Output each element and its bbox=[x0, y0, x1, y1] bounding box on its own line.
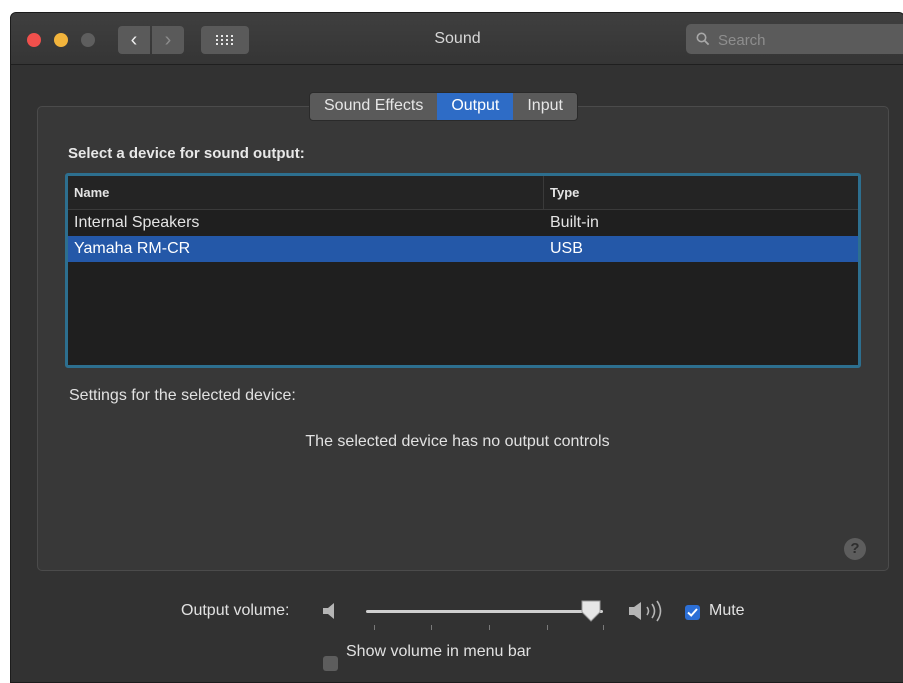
device-list-heading: Select a device for sound output: bbox=[68, 145, 305, 162]
mute-checkbox[interactable] bbox=[685, 605, 700, 620]
settings-label: Settings for the selected device: bbox=[69, 387, 296, 404]
output-device-table[interactable]: Name Type Internal Speakers Built-in Yam… bbox=[65, 173, 861, 368]
show-volume-in-menu-bar-label: Show volume in menu bar bbox=[346, 643, 531, 660]
device-name-cell: Yamaha RM-CR bbox=[74, 240, 191, 257]
column-header-type[interactable]: Type bbox=[543, 176, 579, 209]
device-name-cell: Internal Speakers bbox=[74, 214, 200, 231]
title-bar: ‹ › Sound bbox=[11, 13, 903, 65]
device-type-cell: USB bbox=[550, 240, 583, 257]
output-volume-label: Output volume: bbox=[181, 602, 290, 619]
volume-tick bbox=[431, 625, 432, 630]
show-volume-in-menu-bar-checkbox[interactable] bbox=[323, 656, 338, 671]
search-input[interactable] bbox=[716, 28, 900, 52]
device-type-cell: Built-in bbox=[550, 214, 599, 231]
speaker-high-icon bbox=[629, 600, 662, 622]
help-button[interactable]: ? bbox=[844, 538, 866, 560]
table-header: Name Type bbox=[68, 176, 858, 210]
volume-tick bbox=[374, 625, 375, 630]
tab-input[interactable]: Input bbox=[513, 93, 577, 120]
sound-preferences-window: ‹ › Sound Sound Effects Output Input Sel… bbox=[10, 12, 903, 683]
volume-tick bbox=[489, 625, 490, 630]
volume-tick bbox=[603, 625, 604, 630]
column-header-name[interactable]: Name bbox=[74, 176, 109, 209]
mute-label: Mute bbox=[709, 602, 745, 619]
volume-tick bbox=[547, 625, 548, 630]
search-icon bbox=[696, 32, 710, 46]
volume-slider-thumb[interactable] bbox=[581, 600, 601, 622]
table-row-yamaha-rm-cr[interactable]: Yamaha RM-CR USB bbox=[68, 236, 858, 262]
table-row-internal-speakers[interactable]: Internal Speakers Built-in bbox=[68, 210, 858, 236]
no-controls-message: The selected device has no output contro… bbox=[305, 433, 610, 450]
tab-bar: Sound Effects Output Input bbox=[309, 92, 578, 121]
tab-output[interactable]: Output bbox=[437, 93, 514, 120]
tab-sound-effects[interactable]: Sound Effects bbox=[310, 93, 437, 120]
help-icon: ? bbox=[850, 540, 860, 557]
speaker-low-icon bbox=[323, 603, 334, 619]
checkmark-icon bbox=[687, 608, 698, 617]
volume-slider-track[interactable] bbox=[366, 610, 603, 613]
search-field[interactable] bbox=[686, 24, 903, 54]
